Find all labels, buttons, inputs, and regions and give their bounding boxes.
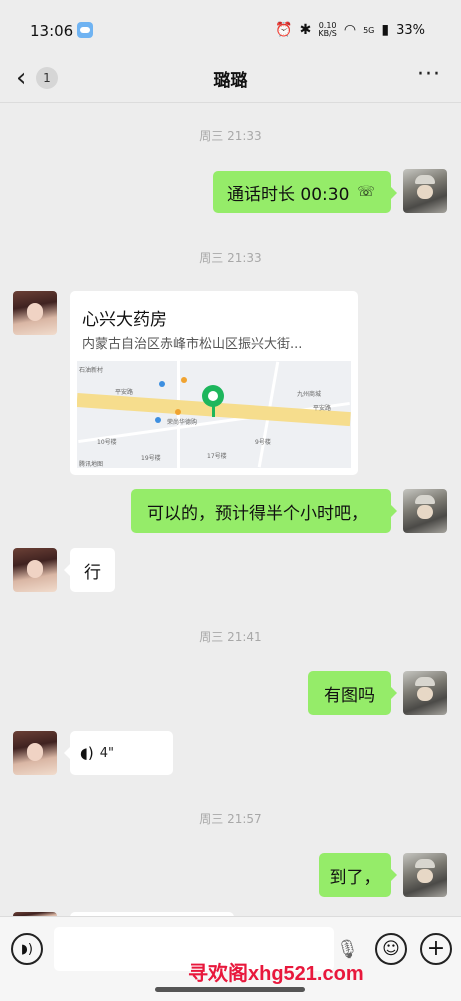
map-poi-icon xyxy=(159,381,165,387)
message-text: 到了， xyxy=(329,867,381,888)
status-bar: 13:06 ⏰ ✱ 0.10 KB/S ◠ 5G ▮ 33% xyxy=(0,0,461,60)
avatar[interactable] xyxy=(13,291,57,335)
plus-icon[interactable]: + xyxy=(420,933,452,965)
map-label: 9号楼 xyxy=(255,439,271,446)
network-type: 5G xyxy=(363,25,375,35)
map-label: 19号楼 xyxy=(141,455,161,462)
avatar[interactable] xyxy=(13,731,57,775)
map-attribution: 腾讯地图 xyxy=(79,461,104,468)
voice-wave-icon: ◖) xyxy=(80,744,94,762)
avatar[interactable] xyxy=(403,671,447,715)
message-text: 行 xyxy=(84,562,101,583)
map-poi-icon xyxy=(175,409,181,415)
voice-duration: 4" xyxy=(99,745,115,761)
map-label: 九州商城 xyxy=(297,391,322,398)
chat-title: 璐璐 xyxy=(213,71,248,91)
map-road-label: 平安路 xyxy=(115,389,134,396)
status-time: 13:06 xyxy=(30,22,74,40)
avatar[interactable] xyxy=(403,169,447,213)
voice-message-bubble[interactable]: ◖) 4" xyxy=(64,731,173,775)
net-speed-unit: KB/S xyxy=(318,29,337,38)
call-duration-text: 通话时长 00:30 xyxy=(227,184,350,205)
location-address: 内蒙古自治区赤峰市松山区振兴大街... xyxy=(82,337,303,352)
message-bubble[interactable]: 有图吗 xyxy=(308,671,397,715)
call-record-bubble[interactable]: 通话时长 00:30 ☏ xyxy=(213,171,397,213)
timestamp: 周三 21:33 xyxy=(199,129,262,143)
bluetooth-icon: ✱ xyxy=(299,22,312,38)
timestamp: 周三 21:33 xyxy=(199,251,262,265)
more-options-icon[interactable]: ··· xyxy=(417,62,441,87)
alarm-icon: ⏰ xyxy=(275,22,293,38)
message-bubble[interactable]: 可以的，预计得半个小时吧， xyxy=(131,489,397,533)
avatar[interactable] xyxy=(403,853,447,897)
phone-hangup-icon: ☏ xyxy=(357,184,375,200)
message-text: 可以的，预计得半个小时吧， xyxy=(147,503,368,524)
emoji-icon[interactable]: ☺ xyxy=(375,933,407,965)
avatar[interactable] xyxy=(403,489,447,533)
watermark: 寻欢阁xhg521.com xyxy=(188,963,364,985)
location-card[interactable]: 心兴大药房 内蒙古自治区赤峰市松山区振兴大街... 平安路 平安路 石油新村 九… xyxy=(70,291,358,475)
map-label: 17号楼 xyxy=(207,453,227,460)
battery-level: 33% xyxy=(396,22,425,38)
message-bubble[interactable]: 到了， xyxy=(319,853,397,897)
map-label: 10号楼 xyxy=(97,439,117,446)
home-indicator xyxy=(155,987,305,992)
avatar[interactable] xyxy=(13,548,57,592)
chat-header: ‹ 1 璐璐 ··· xyxy=(0,58,461,103)
map-road-label: 平安路 xyxy=(313,405,332,412)
location-name: 心兴大药房 xyxy=(82,310,167,330)
weather-icon xyxy=(77,22,93,38)
status-icons: ⏰ ✱ 0.10 KB/S ◠ 5G ▮ 33% xyxy=(275,22,425,38)
message-text: 有图吗 xyxy=(324,685,375,706)
location-map[interactable]: 平安路 平安路 石油新村 九州商城 荣尚华德购 10号楼 9号楼 19号楼 17… xyxy=(77,361,351,468)
voice-input-toggle-icon[interactable]: ◗) xyxy=(11,933,43,965)
signal-icon: ▮ xyxy=(381,22,390,38)
map-label: 荣尚华德购 xyxy=(167,419,198,426)
message-bubble[interactable]: 行 xyxy=(64,548,115,592)
location-pin-stem xyxy=(212,405,215,417)
map-poi-icon xyxy=(181,377,187,383)
map-label: 石油新村 xyxy=(79,367,104,374)
net-speed: 0.10 KB/S xyxy=(318,22,337,38)
location-pin-icon xyxy=(202,385,224,407)
wifi-icon: ◠ xyxy=(343,22,357,38)
timestamp: 周三 21:57 xyxy=(199,812,262,826)
map-poi-icon xyxy=(155,417,161,423)
timestamp: 周三 21:41 xyxy=(199,630,262,644)
input-bar: ◗) 🎙 ☺ + 寻欢阁xhg521.com xyxy=(0,916,461,1001)
